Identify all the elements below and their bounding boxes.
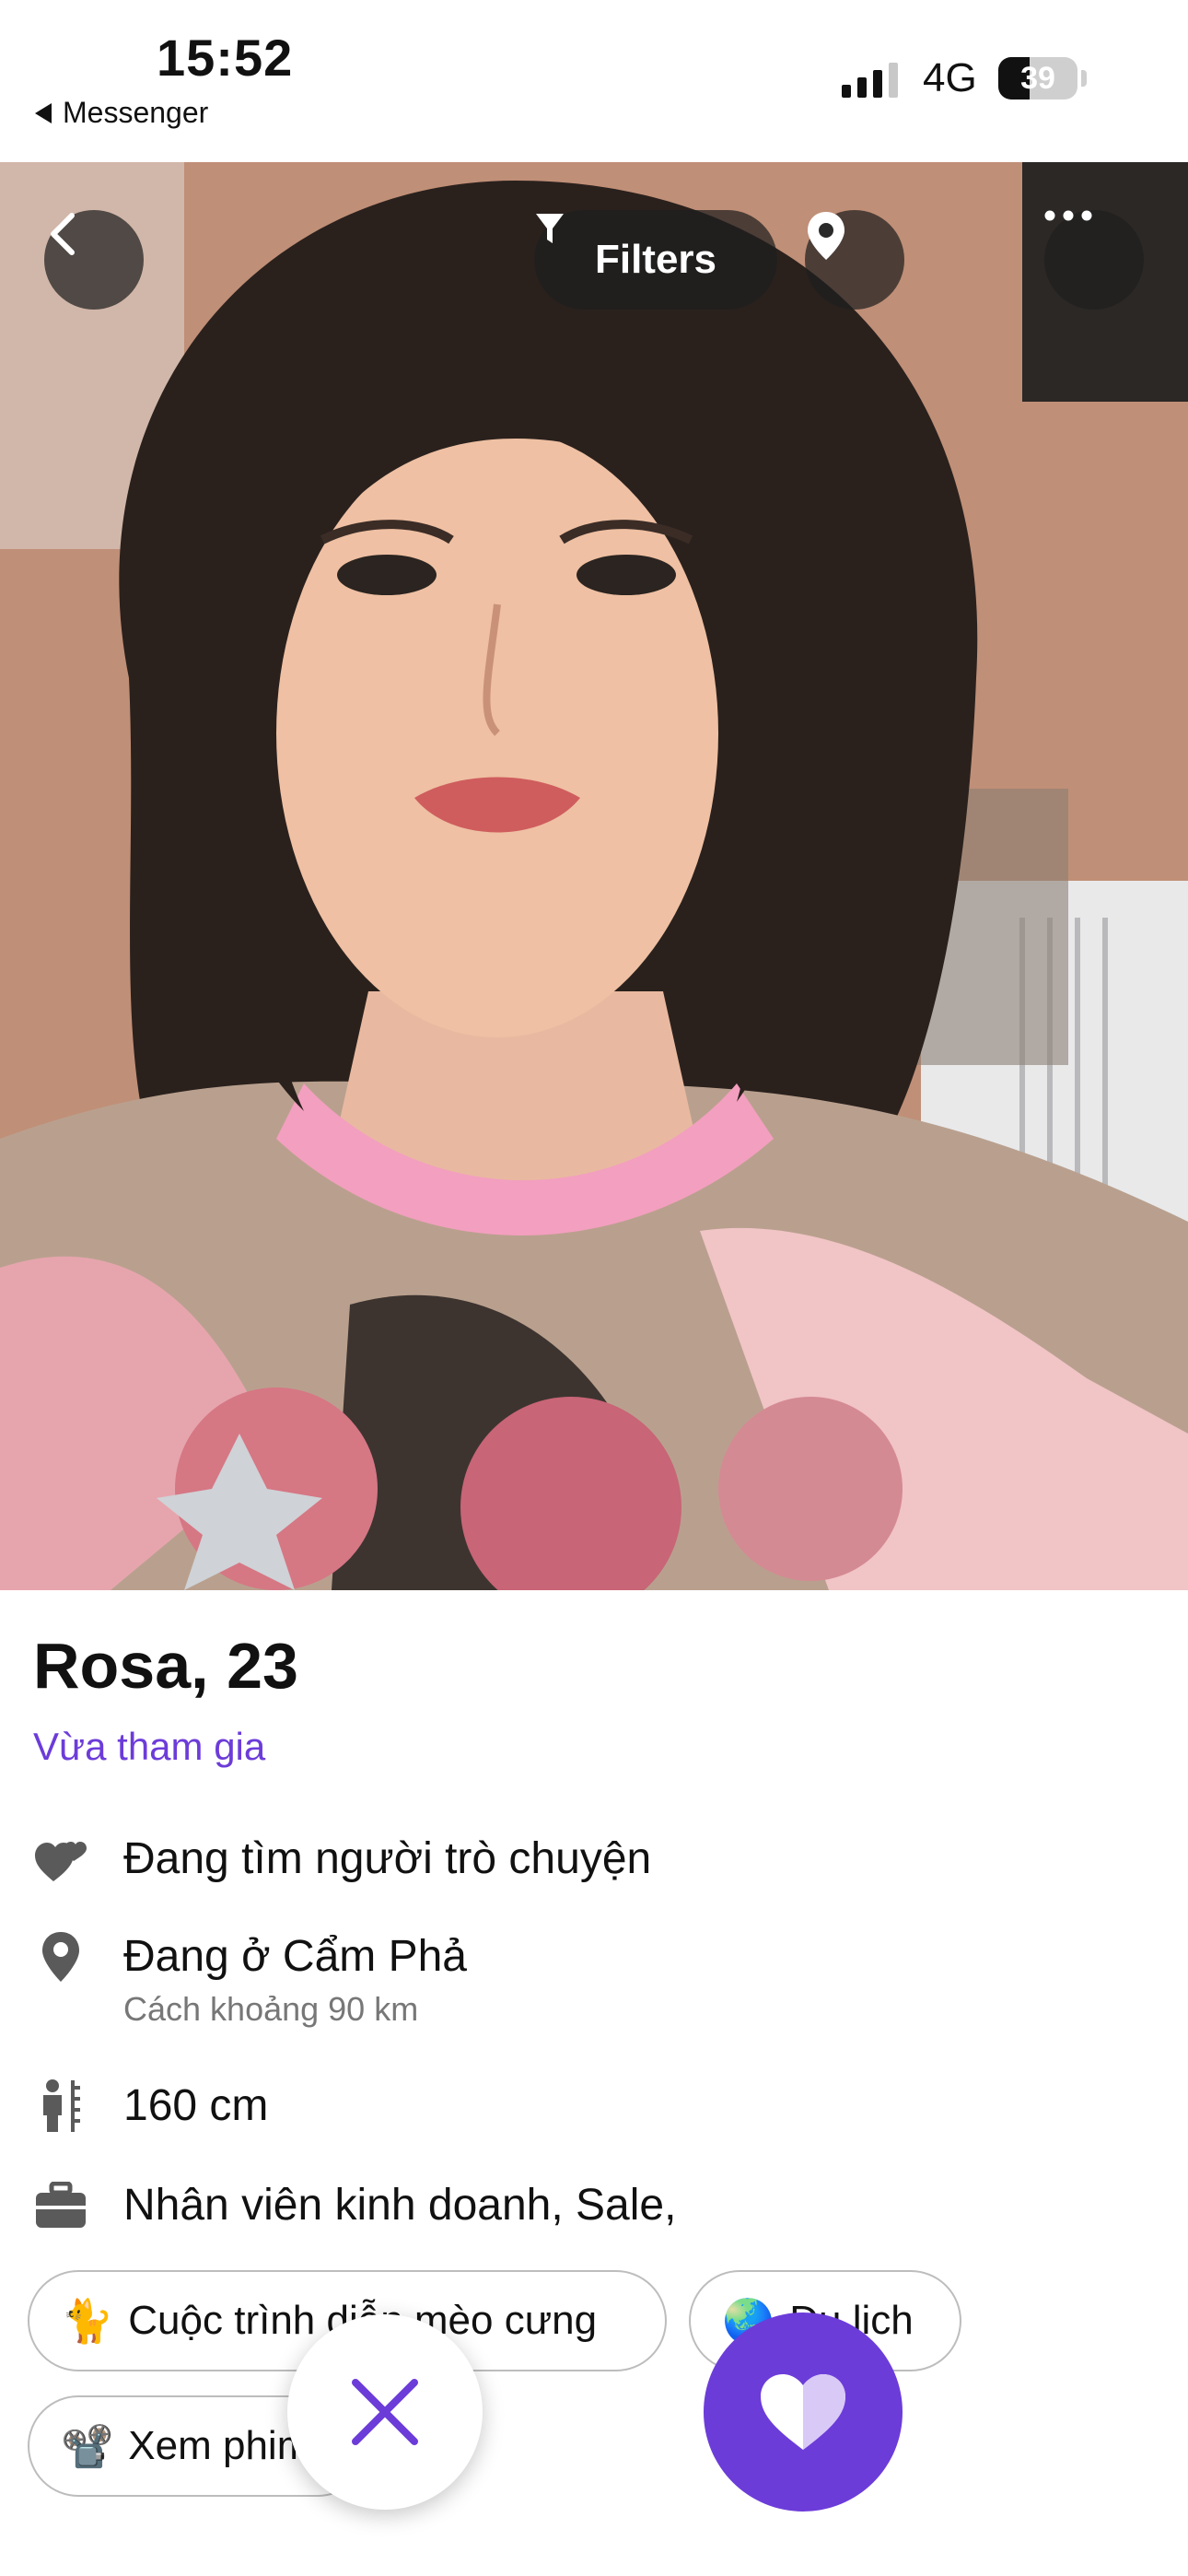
interest-emoji: 🐈 — [61, 2296, 114, 2345]
cellular-signal-icon — [842, 61, 898, 98]
location-pin-icon — [808, 212, 844, 260]
status-time: 15:52 — [157, 29, 294, 87]
ruler-person-icon — [33, 2078, 88, 2134]
filter-icon — [536, 214, 564, 243]
more-icon — [1044, 210, 1092, 221]
dismiss-button[interactable] — [287, 2314, 483, 2510]
location-pin-icon — [33, 1929, 88, 1985]
status-bar: 15:52 Messenger 4G 39 — [0, 0, 1188, 162]
network-type: 4G — [923, 55, 977, 100]
height-row: 160 cm — [33, 2078, 268, 2134]
back-to-app-link[interactable]: Messenger — [35, 96, 208, 130]
close-icon — [352, 2379, 418, 2445]
profile-photo[interactable]: Filters — [0, 162, 1188, 1590]
profile-name-age: Rosa, 23 — [33, 1630, 298, 1702]
chevron-left-icon — [51, 213, 75, 255]
like-button[interactable] — [704, 2313, 903, 2512]
distance-text: Cách khoảng 90 km — [123, 1990, 419, 2028]
back-triangle-icon — [35, 102, 52, 123]
job-row: Nhân viên kinh doanh, Sale, — [33, 2178, 676, 2233]
filters-button[interactable]: Filters — [534, 210, 777, 310]
battery-level: 39 — [1020, 61, 1055, 96]
looking-for-text: Đang tìm người trò chuyện — [123, 1834, 652, 1883]
back-button[interactable] — [44, 210, 144, 310]
location-row: Đang ở Cẩm Phả Cách khoảng 90 km — [33, 1929, 467, 2029]
back-app-label: Messenger — [63, 96, 209, 129]
briefcase-icon — [33, 2178, 88, 2233]
joined-status: Vừa tham gia — [33, 1725, 266, 1768]
hearts-icon — [33, 1832, 88, 1887]
interest-label: Xem phim — [128, 2423, 311, 2468]
profile-photo-illustration — [0, 162, 1188, 1590]
height-text: 160 cm — [123, 2081, 269, 2130]
filters-label: Filters — [594, 237, 717, 282]
battery-tip — [1081, 70, 1087, 87]
battery-icon: 39 — [998, 57, 1077, 100]
interest-emoji: 📽️ — [61, 2421, 114, 2470]
location-text: Đang ở Cẩm Phả — [123, 1932, 467, 1981]
looking-for-row: Đang tìm người trò chuyện — [33, 1832, 651, 1887]
heart-icon — [761, 2374, 845, 2450]
location-button[interactable] — [805, 210, 904, 310]
job-text: Nhân viên kinh doanh, Sale, — [123, 2181, 677, 2230]
more-options-button[interactable] — [1044, 210, 1144, 310]
